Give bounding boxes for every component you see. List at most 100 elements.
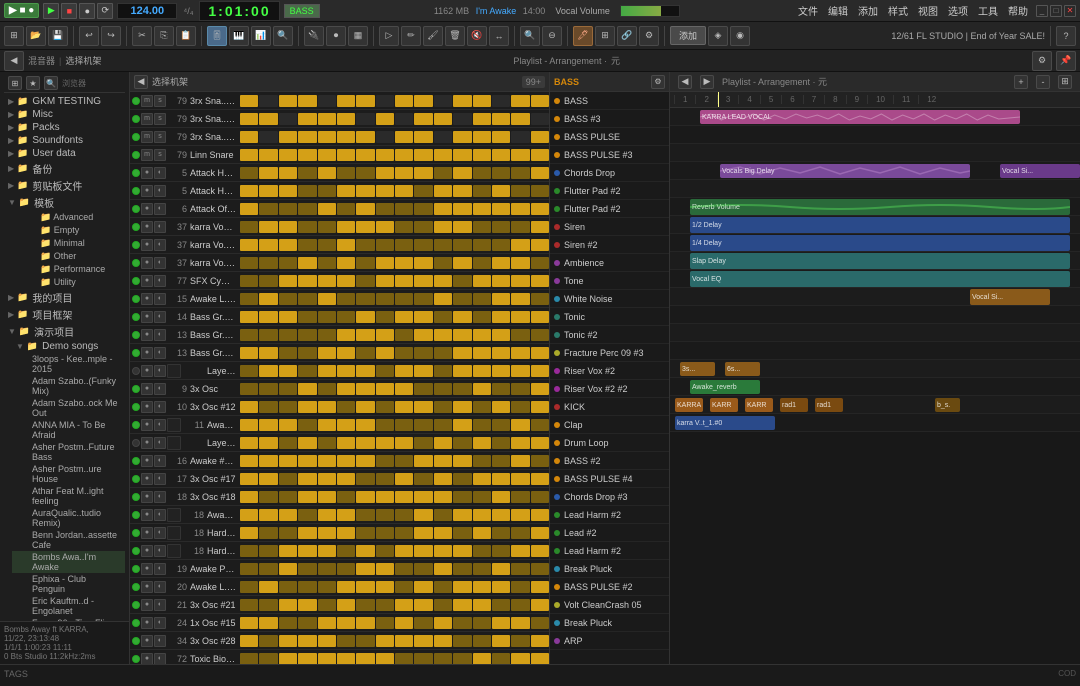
demo-anna[interactable]: ANNA MIA - To Be Afraid <box>12 419 125 441</box>
mixer-row-ambience[interactable]: Ambience <box>550 254 669 272</box>
rack-mute[interactable]: ● <box>141 653 153 665</box>
rack-led[interactable] <box>132 529 140 537</box>
rack-pattern[interactable] <box>240 598 549 612</box>
mixer-row-basspulse2[interactable]: BASS PULSE #2 <box>550 578 669 596</box>
rack-solo[interactable]: s <box>154 131 166 143</box>
logo-button[interactable]: ▶ ■ ● <box>4 3 39 18</box>
rack-led[interactable] <box>132 457 140 465</box>
tool-paste[interactable]: 📋 <box>176 26 196 46</box>
clip-vocal-eq[interactable]: Vocal EQ <box>690 271 1070 287</box>
rack-led[interactable] <box>132 133 140 141</box>
tool-snap[interactable]: 🔗 <box>617 26 637 46</box>
mixer-row-chords3[interactable]: Chords Drop #3 <box>550 488 669 506</box>
sidebar-item-projframe[interactable]: 📁项目框架 <box>4 306 125 323</box>
rack-pattern[interactable] <box>240 166 549 180</box>
tool-mixer[interactable]: 🎚 <box>207 26 227 46</box>
rack-mute[interactable]: ● <box>141 329 153 341</box>
tool-playlist[interactable]: 📊 <box>251 26 271 46</box>
tool-extra1[interactable]: ◈ <box>708 26 728 46</box>
rack-pattern[interactable] <box>240 472 549 486</box>
rack-pattern[interactable] <box>240 94 549 108</box>
rack-solo[interactable]: s <box>154 113 166 125</box>
rack-pattern[interactable] <box>240 562 549 576</box>
rack-led[interactable] <box>132 619 140 627</box>
demo-asher1[interactable]: Asher Postm..Future Bass <box>12 441 125 463</box>
rack-led[interactable] <box>132 295 140 303</box>
rack-led[interactable] <box>132 421 140 429</box>
rack-solo[interactable]: ◐ <box>154 167 166 179</box>
rack-led[interactable] <box>132 637 140 645</box>
demo-adam2[interactable]: Adam Szabo..ock Me Out <box>12 397 125 419</box>
panel-pin[interactable]: 📌 <box>1056 51 1076 71</box>
mixer-row-basspulse[interactable]: BASS PULSE <box>550 128 669 146</box>
clip-karra-lead[interactable]: KARRA LEAD VOCAL <box>700 110 1020 124</box>
rack-led[interactable] <box>132 313 140 321</box>
rack-mute[interactable]: ● <box>141 275 153 287</box>
rack-solo[interactable]: ◐ <box>154 599 166 611</box>
demo-asher2[interactable]: Asher Postm..ure House <box>12 463 125 485</box>
rack-solo[interactable]: s <box>154 95 166 107</box>
bass-mode-button[interactable]: BASS <box>284 4 320 18</box>
rack-pattern[interactable] <box>240 148 549 162</box>
menu-add[interactable]: 添加 <box>854 2 882 19</box>
tool-browser[interactable]: 🔍 <box>273 26 293 46</box>
rack-led[interactable] <box>132 115 140 123</box>
rack-pattern[interactable] <box>240 130 549 144</box>
mixer-row-drumloop[interactable]: Drum Loop <box>550 434 669 452</box>
rack-led[interactable] <box>132 277 140 285</box>
rack-solo[interactable]: ◐ <box>154 653 166 665</box>
demo-bombs[interactable]: Bombs Awa..I'm Awake <box>12 551 125 573</box>
tool-delete[interactable]: 🗑 <box>445 26 465 46</box>
rack-led[interactable] <box>132 169 140 177</box>
rack-solo[interactable]: ◐ <box>154 239 166 251</box>
clip-slap-delay[interactable]: Slap Delay <box>690 253 1070 269</box>
rack-mute[interactable]: ● <box>141 491 153 503</box>
vocal-volume-bar[interactable] <box>620 5 680 17</box>
rack-pattern[interactable] <box>240 274 549 288</box>
rack-pattern[interactable] <box>240 400 549 414</box>
rack-mute[interactable]: ● <box>141 473 153 485</box>
rack-mute[interactable]: ● <box>141 419 153 431</box>
panel-expand[interactable]: ◀ <box>4 51 24 71</box>
rack-led[interactable] <box>132 187 140 195</box>
demo-aura[interactable]: AuraQualic..tudio Remix) <box>12 507 125 529</box>
rack-solo[interactable]: ◐ <box>154 203 166 215</box>
sidebar-item-misc[interactable]: 📁Misc <box>4 108 125 121</box>
rack-led[interactable] <box>132 241 140 249</box>
rack-solo[interactable]: ◐ <box>154 563 166 575</box>
sidebar-item-demosongs[interactable]: 📁Demo songs <box>4 340 125 353</box>
rack-mute[interactable]: ● <box>141 509 153 521</box>
demo-ephixa[interactable]: Ephixa - Club Penguin <box>12 573 125 595</box>
rack-led[interactable] <box>132 403 140 411</box>
rack-solo[interactable]: ◐ <box>154 509 166 521</box>
rack-pattern[interactable] <box>240 346 549 360</box>
rack-led[interactable] <box>132 385 140 393</box>
rack-pattern[interactable] <box>240 202 549 216</box>
tool-new[interactable]: ⊞ <box>4 26 24 46</box>
rack-mute[interactable]: ● <box>141 635 153 647</box>
sidebar-star-btn[interactable]: ★ <box>26 76 40 90</box>
mixer-row-bass3[interactable]: BASS #3 <box>550 110 669 128</box>
clip-vc4-1[interactable]: 3s... <box>680 362 715 376</box>
sidebar-item-gkm[interactable]: 📁GKM TESTING <box>4 95 125 108</box>
rack-solo[interactable]: ◐ <box>154 311 166 323</box>
mixer-row-riser2[interactable]: Riser Vox #2 #2 <box>550 380 669 398</box>
rack-pattern[interactable] <box>240 634 549 648</box>
rack-mute[interactable]: ● <box>141 401 153 413</box>
rack-mute[interactable]: ● <box>141 365 153 377</box>
rack-solo[interactable]: ◐ <box>154 473 166 485</box>
rack-mute[interactable]: ● <box>141 347 153 359</box>
add-plugin-button[interactable]: 添加 <box>670 26 706 45</box>
rack-solo[interactable]: ◐ <box>154 293 166 305</box>
rack-pattern[interactable] <box>240 220 549 234</box>
menu-edit[interactable]: 编辑 <box>824 2 852 19</box>
close-button[interactable]: ✕ <box>1064 5 1076 17</box>
clip-half-delay[interactable]: 1/2 Delay <box>690 217 1070 233</box>
playlist-back[interactable]: ◀ <box>678 75 692 89</box>
rack-solo[interactable]: ◐ <box>154 419 166 431</box>
rack-led[interactable] <box>132 367 140 375</box>
rack-led[interactable] <box>132 601 140 609</box>
rack-solo[interactable]: ◐ <box>154 581 166 593</box>
rack-solo[interactable]: ◐ <box>154 365 166 377</box>
rack-pattern[interactable] <box>240 544 549 558</box>
